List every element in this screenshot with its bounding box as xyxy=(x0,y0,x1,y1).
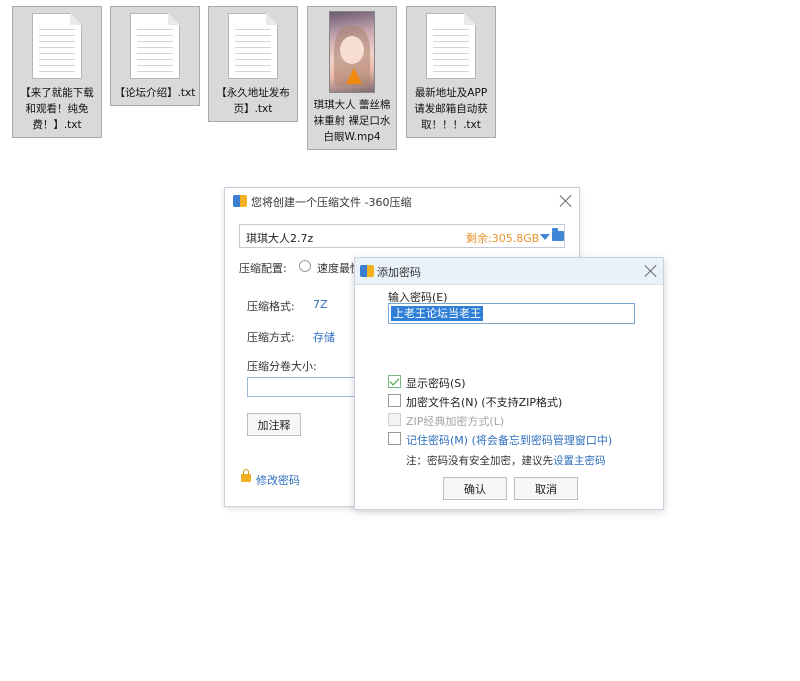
password-dialog-title: 添加密码 xyxy=(377,266,421,279)
close-icon[interactable] xyxy=(644,264,658,278)
password-value: 上老王论坛当老王 xyxy=(391,306,483,321)
document-icon xyxy=(130,13,180,79)
file-name: 琪琪大人 蕾丝棉袜重射 裸足口水白眼W.mp4 xyxy=(313,99,391,143)
app-logo-icon xyxy=(233,195,247,207)
security-note: 注：密码没有安全加密，建议先设置主密码 xyxy=(406,453,606,468)
file-item[interactable]: 【论坛介绍】.txt xyxy=(110,6,200,106)
volume-label: 压缩分卷大小: xyxy=(247,360,317,373)
file-item[interactable]: 琪琪大人 蕾丝棉袜重射 裸足口水白眼W.mp4 xyxy=(307,6,397,150)
speed-radio[interactable] xyxy=(299,260,311,272)
cancel-button[interactable]: 取消 xyxy=(514,477,578,500)
video-thumbnail xyxy=(329,11,375,93)
remember-password-label: 记住密码(M) (将会备忘到密码管理窗口中) xyxy=(406,434,613,447)
change-password-link[interactable]: 修改密码 xyxy=(256,472,300,488)
zip-classic-checkbox xyxy=(388,413,401,426)
document-icon xyxy=(228,13,278,79)
file-name: 【论坛介绍】.txt xyxy=(114,87,196,99)
file-name: 【永久地址发布页】.txt xyxy=(216,87,290,115)
folder-icon[interactable] xyxy=(552,228,564,241)
close-icon[interactable] xyxy=(559,194,573,208)
encrypt-filenames-checkbox[interactable] xyxy=(388,394,401,407)
encrypt-filenames-label: 加密文件名(N) (不支持ZIP格式) xyxy=(406,396,563,409)
add-password-dialog: 添加密码 输入密码(E) 上老王论坛当老王 显示密码(S) 加密文件名(N) (… xyxy=(354,257,664,510)
document-icon xyxy=(32,13,82,79)
format-value[interactable]: 7Z xyxy=(313,298,328,311)
show-password-checkbox[interactable] xyxy=(388,375,401,388)
app-logo-icon xyxy=(360,265,374,277)
dialog-title: 您将创建一个压缩文件 -360压缩 xyxy=(251,196,412,209)
archive-path-field[interactable]: 琪琪大人2.7z 剩余:305.8GB xyxy=(239,224,565,248)
add-comment-button[interactable]: 加注释 xyxy=(247,413,301,436)
dropdown-arrow-icon[interactable] xyxy=(540,234,550,240)
show-password-label: 显示密码(S) xyxy=(406,377,466,390)
password-input[interactable]: 上老王论坛当老王 xyxy=(388,303,635,324)
document-icon xyxy=(426,13,476,79)
file-item[interactable]: 【来了就能下载和观看！纯免费！】.txt xyxy=(12,6,102,138)
ok-button[interactable]: 确认 xyxy=(443,477,507,500)
lock-icon xyxy=(241,469,251,482)
archive-name: 琪琪大人2.7z xyxy=(246,232,314,245)
config-label: 压缩配置: xyxy=(239,262,287,275)
volume-size-input[interactable] xyxy=(247,377,367,397)
remember-password-checkbox[interactable] xyxy=(388,432,401,445)
file-item[interactable]: 【永久地址发布页】.txt xyxy=(208,6,298,122)
file-name: 最新地址及APP请发邮箱自动获取！！！.txt xyxy=(414,87,488,131)
format-label: 压缩格式: xyxy=(247,300,295,313)
password-dialog-title-bar[interactable]: 添加密码 xyxy=(355,258,663,285)
dialog-title-bar[interactable]: 您将创建一个压缩文件 -360压缩 xyxy=(225,188,579,214)
free-space-label: 剩余:305.8GB xyxy=(466,232,540,245)
zip-classic-label: ZIP经典加密方式(L) xyxy=(406,415,505,428)
vlc-cone-icon xyxy=(346,68,362,84)
file-item[interactable]: 最新地址及APP请发邮箱自动获取！！！.txt xyxy=(406,6,496,138)
thumbnail-face xyxy=(340,36,364,64)
method-value[interactable]: 存储 xyxy=(313,329,335,345)
file-name: 【来了就能下载和观看！纯免费！】.txt xyxy=(20,87,94,131)
security-note-text: 注：密码没有安全加密，建议先 xyxy=(406,455,553,467)
method-label: 压缩方式: xyxy=(247,331,295,344)
set-master-password-link[interactable]: 设置主密码 xyxy=(553,455,606,467)
